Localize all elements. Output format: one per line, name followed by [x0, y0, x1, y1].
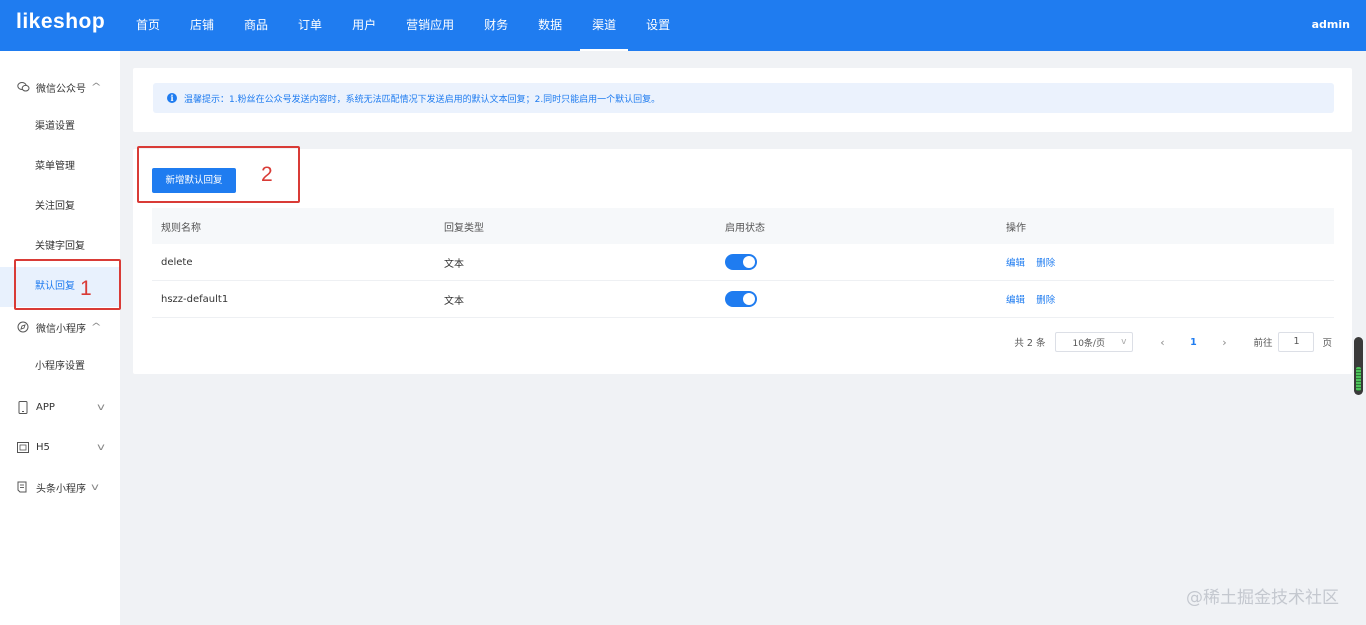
nav-home[interactable]: 首页 — [124, 0, 172, 51]
delete-link[interactable]: 删除 — [1036, 258, 1055, 269]
nav-goods[interactable]: 商品 — [232, 0, 280, 51]
watermark: @稀土掘金技术社区 — [1186, 588, 1339, 608]
total-count: 共 2 条 — [1014, 338, 1046, 349]
tip-card: i 温馨提示：1.粉丝在公众号发送内容时，系统无法匹配情况下发送启用的默认文本回… — [133, 68, 1352, 132]
status-cell — [716, 254, 997, 270]
next-page-icon[interactable]: › — [1214, 336, 1234, 349]
actions-cell: 编辑 删除 — [997, 255, 1334, 269]
nav-marketing[interactable]: 营销应用 — [394, 0, 466, 51]
table-row: delete 文本 编辑 删除 — [152, 244, 1334, 281]
page-size-value: 10条/页 — [1072, 338, 1105, 349]
tip-alert: i 温馨提示：1.粉丝在公众号发送内容时，系统无法匹配情况下发送启用的默认文本回… — [153, 83, 1334, 113]
sidebar-group-app[interactable]: APP v — [0, 387, 120, 427]
chevron-up-icon: ^ — [90, 81, 102, 93]
annotation-box-2 — [137, 146, 300, 203]
top-bar: likeshop 首页 店铺 商品 订单 用户 营销应用 财务 数据 渠道 设置… — [0, 0, 1366, 51]
reply-table: 规则名称 回复类型 启用状态 操作 delete 文本 编辑 删除 hszz-d… — [152, 208, 1334, 318]
nav-data[interactable]: 数据 — [526, 0, 574, 51]
annotation-number-2: 2 — [261, 163, 273, 186]
sidebar-group-label: 微信公众号 — [36, 83, 86, 95]
sidebar-item-mini-program-settings[interactable]: 小程序设置 — [0, 347, 120, 387]
goto-label: 前往 — [1253, 338, 1273, 349]
table-row: hszz-default1 文本 编辑 删除 — [152, 281, 1334, 318]
rule-name: hszz-default1 — [161, 293, 229, 305]
enable-switch[interactable] — [725, 291, 757, 307]
main-nav: 首页 店铺 商品 订单 用户 营销应用 财务 数据 渠道 设置 — [124, 0, 688, 51]
edit-link[interactable]: 编辑 — [1006, 258, 1025, 269]
switch-knob — [743, 293, 755, 305]
column-header-name: 规则名称 — [161, 222, 201, 234]
rule-name: delete — [161, 256, 193, 268]
sidebar-item-menu-management[interactable]: 菜单管理 — [0, 147, 120, 187]
nav-shop[interactable]: 店铺 — [178, 0, 226, 51]
chevron-down-icon: v — [91, 481, 99, 493]
column-header-status: 启用状态 — [725, 222, 765, 234]
column-header-type: 回复类型 — [444, 222, 484, 234]
reply-list-card: 新增默认回复 规则名称 回复类型 启用状态 操作 delete 文本 编辑 删除… — [133, 149, 1352, 374]
sidebar-group-label: APP — [36, 401, 55, 413]
sidebar-group-h5[interactable]: H5 v — [0, 427, 120, 467]
tip-text: 温馨提示：1.粉丝在公众号发送内容时，系统无法匹配情况下发送启用的默认文本回复；… — [184, 94, 661, 105]
phone-icon — [16, 400, 30, 414]
actions-cell: 编辑 删除 — [997, 292, 1334, 306]
nav-users[interactable]: 用户 — [340, 0, 388, 51]
logo[interactable]: likeshop — [16, 10, 105, 34]
table-header: 规则名称 回复类型 启用状态 操作 — [152, 208, 1334, 244]
pagination: 共 2 条 10条/页 v ‹ 1 › 前往 1 页 — [1014, 331, 1332, 353]
compass-icon — [16, 320, 30, 334]
h5-icon — [16, 440, 30, 454]
delete-link[interactable]: 删除 — [1036, 295, 1055, 306]
column-header-actions: 操作 — [1006, 222, 1026, 234]
enable-switch[interactable] — [725, 254, 757, 270]
page-size-select[interactable]: 10条/页 v — [1055, 332, 1134, 352]
edit-link[interactable]: 编辑 — [1006, 295, 1025, 306]
sidebar-group-toutiao[interactable]: 头条小程序 v — [0, 467, 120, 507]
nav-finance[interactable]: 财务 — [472, 0, 520, 51]
reply-type: 文本 — [444, 295, 464, 307]
toutiao-icon — [16, 480, 30, 494]
chevron-down-icon: v — [97, 401, 105, 413]
reply-type: 文本 — [444, 258, 464, 270]
chevron-up-icon: ^ — [90, 321, 102, 333]
sidebar-group-label: 微信小程序 — [36, 323, 86, 335]
goto-page-input[interactable]: 1 — [1278, 332, 1315, 352]
info-icon: i — [167, 93, 177, 103]
sidebar-group-mini-program[interactable]: 微信小程序 ^ — [0, 307, 120, 347]
annotation-box-1 — [14, 259, 121, 310]
nav-channel[interactable]: 渠道 — [580, 0, 629, 51]
scrollbar-thumb[interactable] — [1356, 367, 1361, 391]
sidebar-group-label: H5 — [36, 441, 50, 453]
current-page[interactable]: 1 — [1183, 337, 1203, 348]
status-cell — [716, 291, 997, 307]
annotation-number-1: 1 — [80, 277, 92, 300]
chevron-down-icon: v — [97, 441, 105, 453]
sidebar: 微信公众号 ^ 渠道设置 菜单管理 关注回复 关键字回复 默认回复 微信小程序 … — [0, 51, 120, 625]
switch-knob — [743, 256, 755, 268]
page-suffix: 页 — [1322, 338, 1332, 349]
user-menu[interactable]: admin — [1312, 0, 1350, 50]
wechat-icon — [16, 80, 30, 94]
sidebar-group-wechat-official[interactable]: 微信公众号 ^ — [0, 67, 120, 107]
sidebar-item-follow-reply[interactable]: 关注回复 — [0, 187, 120, 227]
prev-page-icon[interactable]: ‹ — [1152, 336, 1172, 349]
nav-orders[interactable]: 订单 — [286, 0, 334, 51]
page-scrollbar[interactable] — [1354, 337, 1363, 395]
chevron-down-icon: v — [1121, 337, 1127, 347]
nav-settings[interactable]: 设置 — [634, 0, 682, 51]
sidebar-item-channel-settings[interactable]: 渠道设置 — [0, 107, 120, 147]
sidebar-group-label: 头条小程序 — [36, 483, 86, 495]
